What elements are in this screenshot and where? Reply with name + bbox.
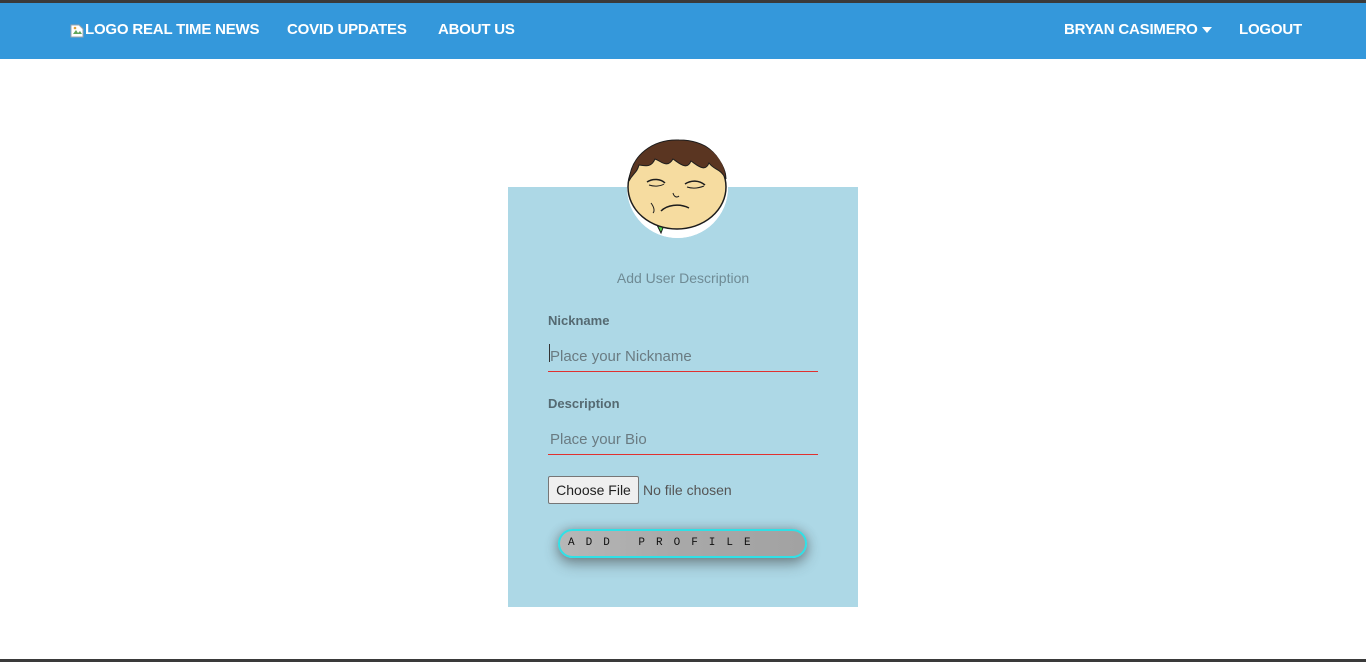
choose-file-button[interactable]: Choose File [548, 476, 639, 504]
nickname-input[interactable] [548, 342, 818, 372]
broken-image-icon [70, 23, 84, 37]
card-title: Add User Description [616, 270, 750, 286]
user-dropdown[interactable]: BRYAN CASIMERO [1064, 21, 1212, 38]
navbar: LOGO REAL TIME NEWS COVID UPDATES ABOUT … [0, 3, 1366, 59]
brand-alt-text: LOGO [85, 21, 129, 38]
description-label: Description [548, 396, 620, 411]
text-cursor [549, 344, 550, 362]
brand-link[interactable]: LOGO REAL TIME NEWS [70, 21, 260, 38]
nav-covid-updates[interactable]: COVID UPDATES [287, 21, 407, 38]
nav-about-us[interactable]: ABOUT US [438, 21, 515, 38]
file-status-text: No file chosen [643, 482, 732, 498]
avatar [627, 137, 728, 238]
brand-title: REAL TIME NEWS [132, 21, 260, 38]
cartoon-face-icon [627, 137, 728, 238]
user-name: BRYAN CASIMERO [1064, 21, 1198, 38]
add-profile-button[interactable]: ADD PROFILE [558, 529, 807, 558]
description-input[interactable] [548, 425, 818, 455]
caret-down-icon [1201, 26, 1212, 33]
nickname-label: Nickname [548, 313, 610, 328]
logout-link[interactable]: LOGOUT [1239, 21, 1302, 38]
